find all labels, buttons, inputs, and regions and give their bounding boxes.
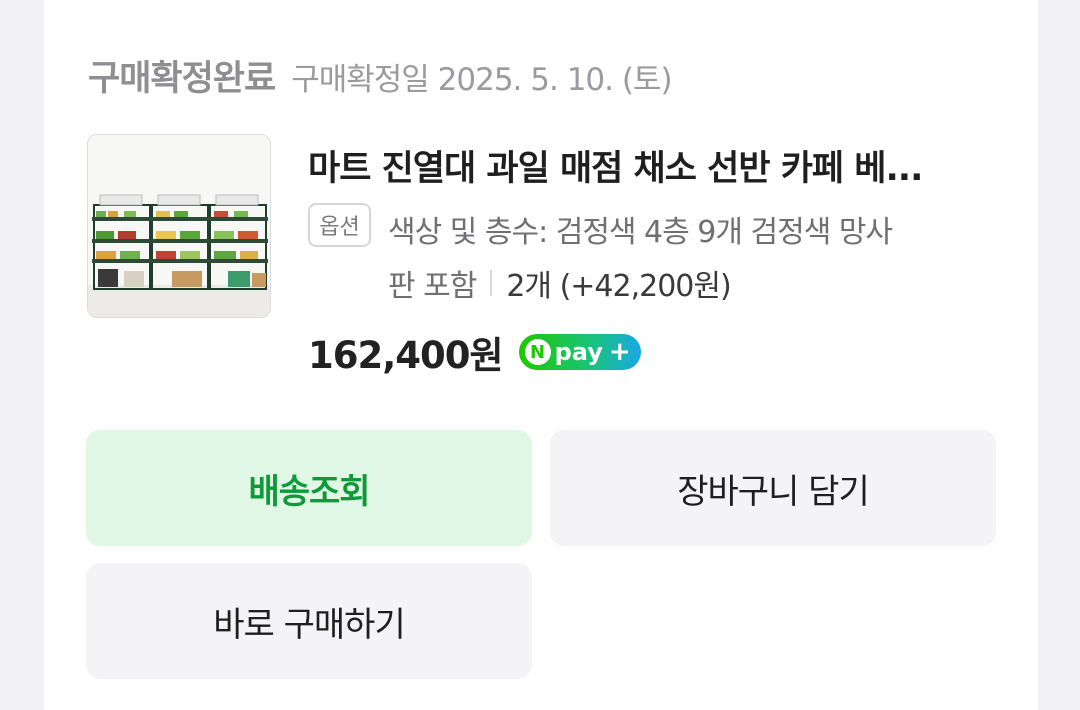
option-badge: 옵션 — [308, 203, 371, 247]
product-thumbnail[interactable] — [87, 134, 271, 318]
buy-now-button[interactable]: 바로 구매하기 — [86, 563, 532, 679]
product-shelf-image — [88, 135, 270, 317]
order-status: 구매확정완료 — [88, 59, 276, 99]
npay-plus-badge: N pay + — [518, 334, 641, 370]
order-card: 구매확정완료 구매확정일 2025. 5. 10. (토) 마트 진열대 과일 … — [44, 0, 1038, 710]
quantity-text: 2개 (+42,200원) — [506, 269, 731, 304]
add-to-cart-button[interactable]: 장바구니 담기 — [550, 430, 996, 546]
confirm-date: 구매확정일 2025. 5. 10. (토) — [291, 62, 672, 98]
option-text-continued: 판 포함 — [388, 269, 477, 304]
option-text: 색상 및 층수: 검정색 4층 9개 검정색 망사 — [388, 215, 893, 250]
option-quantity-row: 판 포함 2개 (+42,200원) — [388, 261, 732, 305]
track-delivery-button[interactable]: 배송조회 — [86, 430, 532, 546]
price-row: 162,400원 N pay + — [308, 325, 641, 379]
npay-n-icon: N — [524, 339, 551, 365]
npay-label: pay — [554, 338, 603, 366]
order-status-row: 구매확정완료 구매확정일 2025. 5. 10. (토) — [88, 50, 673, 101]
divider — [490, 270, 493, 296]
product-title[interactable]: 마트 진열대 과일 매점 채소 선반 카페 베... — [308, 140, 923, 191]
plus-icon: + — [608, 337, 631, 367]
product-price: 162,400원 — [308, 334, 504, 377]
